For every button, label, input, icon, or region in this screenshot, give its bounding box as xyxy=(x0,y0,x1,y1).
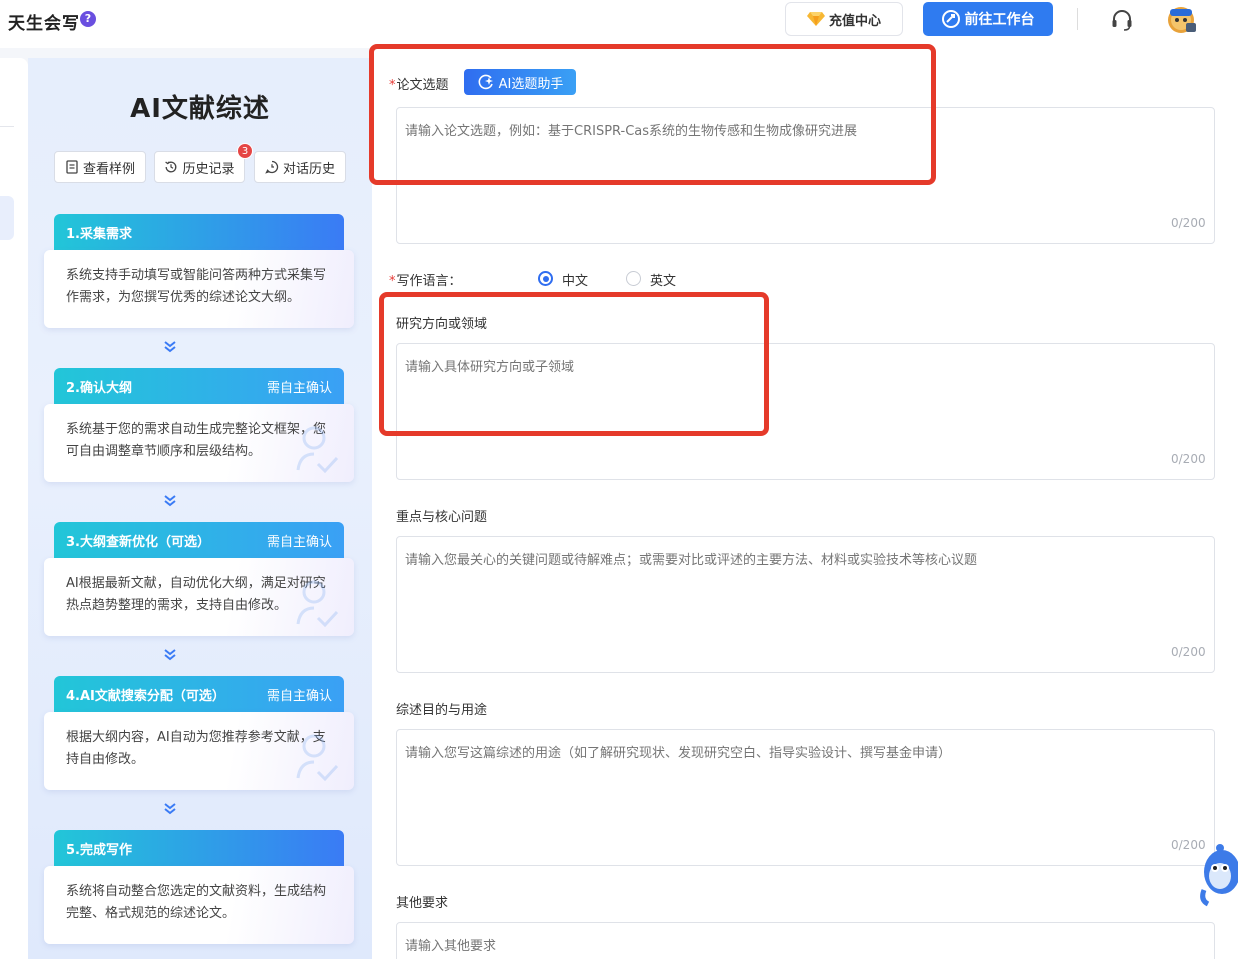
step-title: 4.AI文献搜索分配（可选） xyxy=(66,688,225,704)
history-count-badge: 3 xyxy=(237,143,253,159)
workflow-sidebar: AI文献综述 查看样例 历史记录 对话历史 xyxy=(28,58,372,959)
chat-clock-icon xyxy=(265,160,279,174)
help-icon[interactable]: ? xyxy=(80,11,96,27)
step-tag: 需自主确认 xyxy=(266,688,332,704)
ai-topic-assistant-button[interactable]: AI选题助手 xyxy=(464,69,576,95)
chevron-down-icon xyxy=(164,341,176,353)
step-description: 系统基于您的需求自动生成完整论文框架，您可自由调整章节顺序和层级结构。 xyxy=(44,404,354,482)
step-desc-text: 根据大纲内容，AI自动为您推荐参考文献，支持自由修改。 xyxy=(66,730,326,767)
topic-label-text: 论文选题 xyxy=(396,78,449,93)
step-desc-text: AI根据最新文献，自动优化大纲，满足对研究热点趋势整理的需求，支持自由修改。 xyxy=(66,576,326,613)
step-header: 1.采集需求 xyxy=(54,214,344,250)
purpose-label: 综述目的与用途 xyxy=(396,703,488,718)
user-check-icon xyxy=(296,580,339,628)
step-card-1: 1.采集需求 系统支持手动填写或智能问答两种方式采集写作需求，为您撰写优秀的综述… xyxy=(44,214,354,328)
step-description: 系统将自动整合您选定的文献资料，生成结构完整、格式规范的综述论文。 xyxy=(44,866,354,944)
ai-topic-assistant-label: AI选题助手 xyxy=(498,76,564,92)
step-title: 1.采集需求 xyxy=(66,226,132,242)
step-description: 系统支持手动填写或智能问答两种方式采集写作需求，为您撰写优秀的综述论文大纲。 xyxy=(44,250,354,328)
language-radio-chinese[interactable] xyxy=(538,271,553,286)
user-check-icon xyxy=(296,426,339,474)
step-tag: 需自主确认 xyxy=(266,534,332,550)
user-check-icon xyxy=(296,734,339,782)
history-icon xyxy=(165,161,177,173)
step-header: 5.完成写作 xyxy=(54,830,344,866)
view-samples-button[interactable]: 查看样例 xyxy=(54,151,146,183)
step-title: 3.大纲查新优化（可选） xyxy=(66,534,210,550)
step-header: 3.大纲查新优化（可选） 需自主确认 xyxy=(54,522,344,558)
step-card-4: 4.AI文献搜索分配（可选） 需自主确认 根据大纲内容，AI自动为您推荐参考文献… xyxy=(44,676,354,790)
step-description: 根据大纲内容，AI自动为您推荐参考文献，支持自由修改。 xyxy=(44,712,354,790)
other-label: 其他要求 xyxy=(396,896,449,911)
step-title: 2.确认大纲 xyxy=(66,380,132,396)
language-radio-english[interactable] xyxy=(626,271,641,286)
history-records-label: 历史记录 xyxy=(182,161,235,177)
review-purpose-input[interactable] xyxy=(396,729,1215,866)
topic-char-counter: 0/200 xyxy=(1171,216,1206,230)
step-description: AI根据最新文献，自动优化大纲，满足对研究热点趋势整理的需求，支持自由修改。 xyxy=(44,558,354,636)
chevron-down-icon xyxy=(164,495,176,507)
nav-selected-item[interactable] xyxy=(0,196,14,240)
focus-label: 重点与核心问题 xyxy=(396,510,488,525)
topic-label: *论文选题 xyxy=(389,74,449,93)
go-to-workbench-button[interactable]: 前往工作台 xyxy=(923,2,1053,36)
step-desc-text: 系统支持手动填写或智能问答两种方式采集写作需求，为您撰写优秀的综述论文大纲。 xyxy=(66,268,327,305)
step-tag: 需自主确认 xyxy=(266,380,332,396)
core-questions-input[interactable] xyxy=(396,536,1215,673)
avatar[interactable] xyxy=(1162,3,1200,35)
step-header: 4.AI文献搜索分配（可选） 需自主确认 xyxy=(54,676,344,712)
step-card-2: 2.确认大纲 需自主确认 系统基于您的需求自动生成完整论文框架，您可自由调整章节… xyxy=(44,368,354,482)
language-label: *写作语言： xyxy=(389,270,462,289)
diamond-icon xyxy=(806,12,825,26)
document-icon xyxy=(66,160,78,174)
step-desc-text: 系统将自动整合您选定的文献资料，生成结构完整、格式规范的综述论文。 xyxy=(66,884,327,921)
left-nav-strip xyxy=(0,58,28,959)
step-header: 2.确认大纲 需自主确认 xyxy=(54,368,344,404)
required-mark: * xyxy=(389,78,396,93)
language-option-english[interactable]: 英文 xyxy=(650,270,676,289)
chat-history-label: 对话历史 xyxy=(282,161,335,177)
nav-divider xyxy=(0,126,14,127)
brand-name[interactable]: 天生会写 xyxy=(8,9,80,34)
focus-char-counter: 0/200 xyxy=(1171,645,1206,659)
direction-char-counter: 0/200 xyxy=(1171,452,1206,466)
required-mark: * xyxy=(389,274,396,289)
chevron-down-icon xyxy=(164,803,176,815)
topic-input[interactable] xyxy=(396,107,1215,244)
workbench-icon xyxy=(941,10,960,28)
header-divider xyxy=(1077,8,1078,30)
recharge-label: 充值中心 xyxy=(828,13,881,29)
chevron-down-icon xyxy=(164,649,176,661)
step-card-3: 3.大纲查新优化（可选） 需自主确认 AI根据最新文献，自动优化大纲，满足对研究… xyxy=(44,522,354,636)
sparkle-refresh-icon xyxy=(478,74,493,90)
view-samples-label: 查看样例 xyxy=(82,161,135,177)
step-title: 5.完成写作 xyxy=(66,842,132,858)
sidebar-title: AI文献综述 xyxy=(130,94,270,124)
language-label-text: 写作语言： xyxy=(396,274,462,289)
step-card-5: 5.完成写作 系统将自动整合您选定的文献资料，生成结构完整、格式规范的综述论文。 xyxy=(44,830,354,944)
research-direction-input[interactable] xyxy=(396,343,1215,480)
assistant-mascot-icon[interactable] xyxy=(1198,840,1238,908)
headset-icon[interactable] xyxy=(1110,8,1134,32)
recharge-center-button[interactable]: 充值中心 xyxy=(785,2,903,36)
language-option-chinese[interactable]: 中文 xyxy=(562,270,588,289)
chat-history-button[interactable]: 对话历史 xyxy=(254,151,346,183)
history-records-button[interactable]: 历史记录 xyxy=(154,151,245,183)
direction-label: 研究方向或领域 xyxy=(396,317,488,332)
other-requirements-input[interactable] xyxy=(396,922,1215,959)
step-desc-text: 系统基于您的需求自动生成完整论文框架，您可自由调整章节顺序和层级结构。 xyxy=(66,422,327,459)
top-header: 天生会写 ? 充值中心 前往工作台 xyxy=(0,0,1238,48)
workbench-label: 前往工作台 xyxy=(964,12,1035,28)
